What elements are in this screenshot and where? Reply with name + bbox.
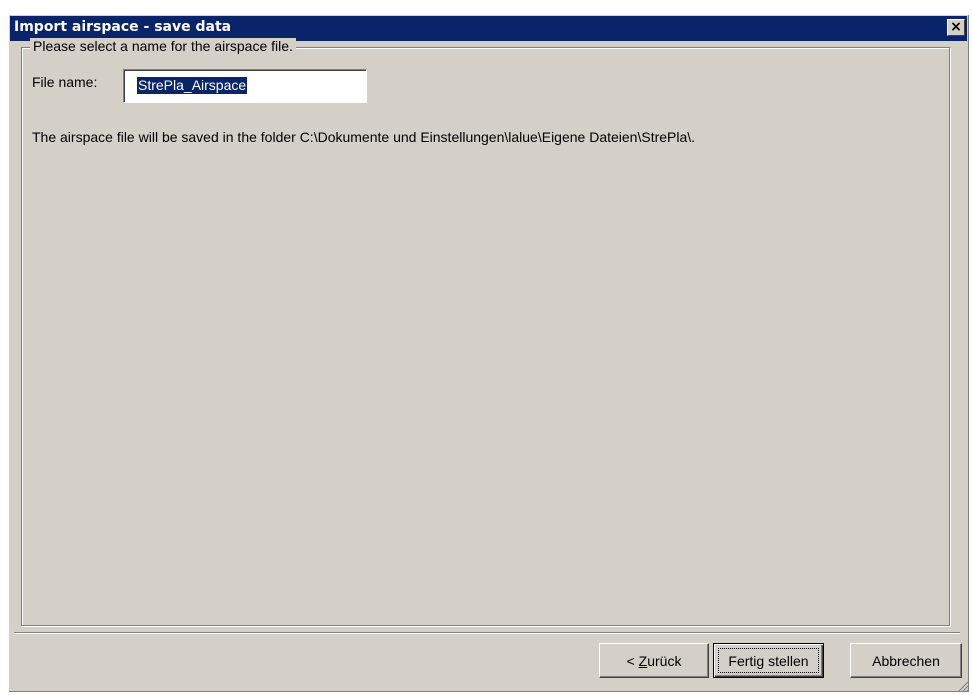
close-icon: × <box>950 19 962 35</box>
finish-button[interactable]: Fertig stellen <box>713 643 824 678</box>
back-button[interactable]: < Zurück <box>599 643 709 678</box>
button-separator <box>14 632 960 634</box>
close-button[interactable]: × <box>947 19 965 36</box>
back-button-label: < Zurück <box>626 652 682 669</box>
focus-rect <box>718 648 819 673</box>
file-name-label: File name: <box>32 74 98 90</box>
cancel-button[interactable]: Abbrechen <box>850 643 962 678</box>
window-title: Import airspace - save data <box>14 19 232 35</box>
resize-grip-icon[interactable] <box>956 679 970 693</box>
save-location-text: The airspace file will be saved in the f… <box>32 129 696 145</box>
cancel-button-label: Abbrechen <box>872 652 940 669</box>
file-name-value: StrePla_Airspace <box>137 77 248 94</box>
group-legend: Please select a name for the airspace fi… <box>30 38 296 54</box>
file-name-input[interactable]: StrePla_Airspace <box>123 69 367 103</box>
